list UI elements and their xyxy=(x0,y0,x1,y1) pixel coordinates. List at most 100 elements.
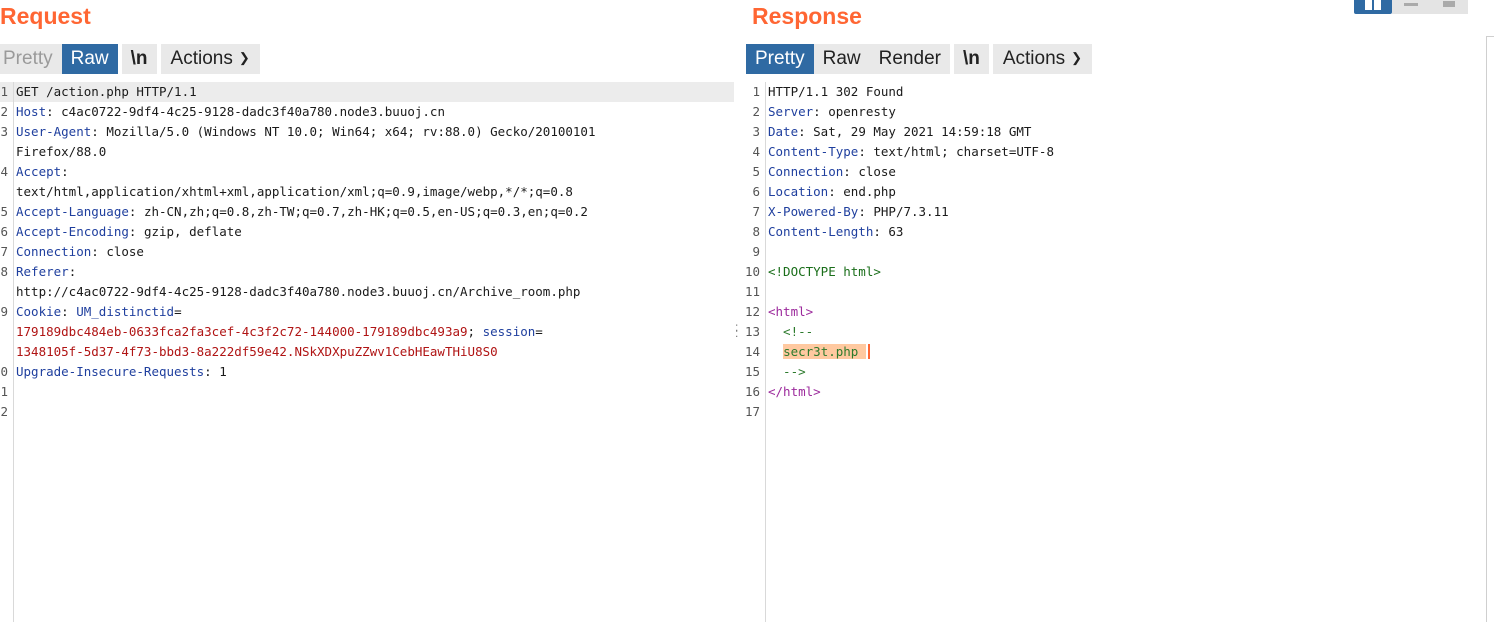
code-line: 11 xyxy=(744,282,1494,302)
code-line: 2 Server: openresty xyxy=(744,102,1494,122)
code-line: 17 xyxy=(744,402,1494,422)
line-number: 12 xyxy=(744,304,760,319)
line-content: Upgrade-Insecure-Requests: 1 xyxy=(16,362,227,382)
line-content: --> xyxy=(768,362,806,382)
code-line: 4 Content-Type: text/html; charset=UTF-8 xyxy=(744,142,1494,162)
code-line: 15 --> xyxy=(744,362,1494,382)
code-line: text/html,application/xhtml+xml,applicat… xyxy=(0,182,734,202)
code-token: Connection xyxy=(768,164,844,179)
line-content: Content-Type: text/html; charset=UTF-8 xyxy=(768,142,1054,162)
line-content: Firefox/88.0 xyxy=(16,142,106,162)
code-line: 7 Connection: close xyxy=(0,242,734,262)
layout-single-icon[interactable] xyxy=(1430,0,1468,14)
code-token: <html> xyxy=(768,304,814,319)
line-number: 5 xyxy=(752,164,760,179)
code-token: : c4ac0722-9df4-4c25-9128-dadc3f40a780.n… xyxy=(46,104,445,119)
line-content: Location: end.php xyxy=(768,182,896,202)
line-number: 2 xyxy=(0,104,8,119)
line-number: 3 xyxy=(0,124,8,139)
code-token: : gzip, deflate xyxy=(128,224,242,239)
code-token: </html> xyxy=(768,384,821,399)
line-number: 7 xyxy=(752,204,760,219)
code-token: : Sat, 29 May 2021 14:59:18 GMT xyxy=(798,124,1032,139)
response-actions-button[interactable]: Actions ❯ xyxy=(992,44,1093,74)
line-number: 6 xyxy=(752,184,760,199)
code-token: : openresty xyxy=(813,104,896,119)
code-line: 3 User-Agent: Mozilla/5.0 (Windows NT 10.… xyxy=(0,122,734,142)
line-content: User-Agent: Mozilla/5.0 (Windows NT 10.0… xyxy=(16,122,595,142)
request-title: Request xyxy=(0,3,91,29)
code-token: Connection xyxy=(16,244,92,259)
request-actions-button[interactable]: Actions ❯ xyxy=(160,44,260,74)
code-line: 16 </html> xyxy=(744,382,1494,402)
request-tab-pretty[interactable]: Pretty xyxy=(0,44,62,74)
code-line: 8 Referer: xyxy=(0,262,734,282)
line-number: 13 xyxy=(744,324,760,339)
layout-split-vertical-icon[interactable] xyxy=(1354,0,1392,14)
code-token: = xyxy=(174,304,182,319)
line-content: HTTP/1.1 302 Found xyxy=(768,82,903,102)
line-number: 3 xyxy=(752,124,760,139)
chevron-down-icon: ❯ xyxy=(1071,50,1083,65)
code-token: : PHP/7.3.11 xyxy=(858,204,949,219)
code-line: 1348105f-5d37-4f73-bbd3-8a222df59e42.NSk… xyxy=(0,342,734,362)
code-line: 7 X-Powered-By: PHP/7.3.11 xyxy=(744,202,1494,222)
line-number: 8 xyxy=(0,264,8,279)
code-line: Firefox/88.0 xyxy=(0,142,734,162)
code-line: 3 Date: Sat, 29 May 2021 14:59:18 GMT xyxy=(744,122,1494,142)
line-content: Accept: xyxy=(16,162,69,182)
line-number: 4 xyxy=(0,164,8,179)
line-content: http://c4ac0722-9df4-4c25-9128-dadc3f40a… xyxy=(16,282,580,302)
code-token: Accept-Language xyxy=(16,204,129,219)
response-tab-pretty[interactable]: Pretty xyxy=(746,44,814,74)
code-token: Cookie xyxy=(16,304,62,319)
line-content: X-Powered-By: PHP/7.3.11 xyxy=(768,202,949,222)
request-toolbar: Pretty Raw \n Actions ❯ xyxy=(0,44,260,74)
code-token: : text/html; charset=UTF-8 xyxy=(858,144,1054,159)
code-token: 179189dbc484eb-0633fca2fa3cef-4c3f2c72-1… xyxy=(16,324,468,339)
line-number: 11 xyxy=(744,284,760,299)
response-tab-raw[interactable]: Raw xyxy=(814,44,870,74)
line-content: <!DOCTYPE html> xyxy=(768,262,881,282)
request-tab-raw[interactable]: Raw xyxy=(61,44,118,74)
code-token: text/html,application/xhtml+xml,applicat… xyxy=(16,184,573,199)
code-token: = xyxy=(535,324,543,339)
right-divider-top xyxy=(1487,36,1494,37)
line-content: Accept-Encoding: gzip, deflate xyxy=(16,222,242,242)
line-number: 1 xyxy=(0,384,8,399)
code-token: : end.php xyxy=(828,184,896,199)
request-newline-toggle[interactable]: \n xyxy=(121,44,157,74)
layout-split-horizontal-icon[interactable] xyxy=(1392,0,1430,14)
response-tab-render[interactable]: Render xyxy=(870,44,950,74)
code-token: : zh-CN,zh;q=0.8,zh-TW;q=0.7,zh-HK;q=0.5… xyxy=(128,204,588,219)
line-number: 2 xyxy=(752,104,760,119)
line-number: 15 xyxy=(744,364,760,379)
code-line: 1 xyxy=(0,382,734,402)
code-token: ; xyxy=(467,324,483,339)
pane-splitter-handle[interactable]: :: xyxy=(735,321,739,342)
code-token: session xyxy=(482,324,536,339)
code-line: 5 Accept-Language: zh-CN,zh;q=0.8,zh-TW;q… xyxy=(0,202,734,222)
code-token: UM_distinctid xyxy=(76,304,175,319)
line-number: 17 xyxy=(744,404,760,419)
response-view-tabs: Pretty Raw Render xyxy=(746,44,950,74)
code-token: : 1 xyxy=(204,364,227,379)
code-line: 4 Accept: xyxy=(0,162,734,182)
code-line: 179189dbc484eb-0633fca2fa3cef-4c3f2c72-1… xyxy=(0,322,734,342)
request-editor[interactable]: 1 GET /action.php HTTP/1.1 2 Host: c4ac0722… xyxy=(0,82,734,622)
line-content: <html> xyxy=(768,302,813,322)
line-content: Date: Sat, 29 May 2021 14:59:18 GMT xyxy=(768,122,1031,142)
line-number: 4 xyxy=(752,144,760,159)
response-newline-toggle[interactable]: \n xyxy=(953,44,989,74)
response-editor[interactable]: 1 HTTP/1.1 302 Found 2 Server: openresty 3 Da… xyxy=(744,82,1494,622)
code-token: : close xyxy=(843,164,896,179)
code-token: Content-Type xyxy=(768,144,859,159)
response-title: Response xyxy=(752,3,862,29)
code-line: 9 Cookie: UM_distinctid= xyxy=(0,302,734,322)
code-token: secr3t.php xyxy=(783,344,866,359)
code-token: HTTP/1.1 302 Found xyxy=(768,84,904,99)
request-view-tabs: Pretty Raw xyxy=(0,44,118,74)
line-content: Connection: close xyxy=(16,242,144,262)
line-number: 6 xyxy=(0,224,8,239)
line-number: 2 xyxy=(0,404,8,419)
